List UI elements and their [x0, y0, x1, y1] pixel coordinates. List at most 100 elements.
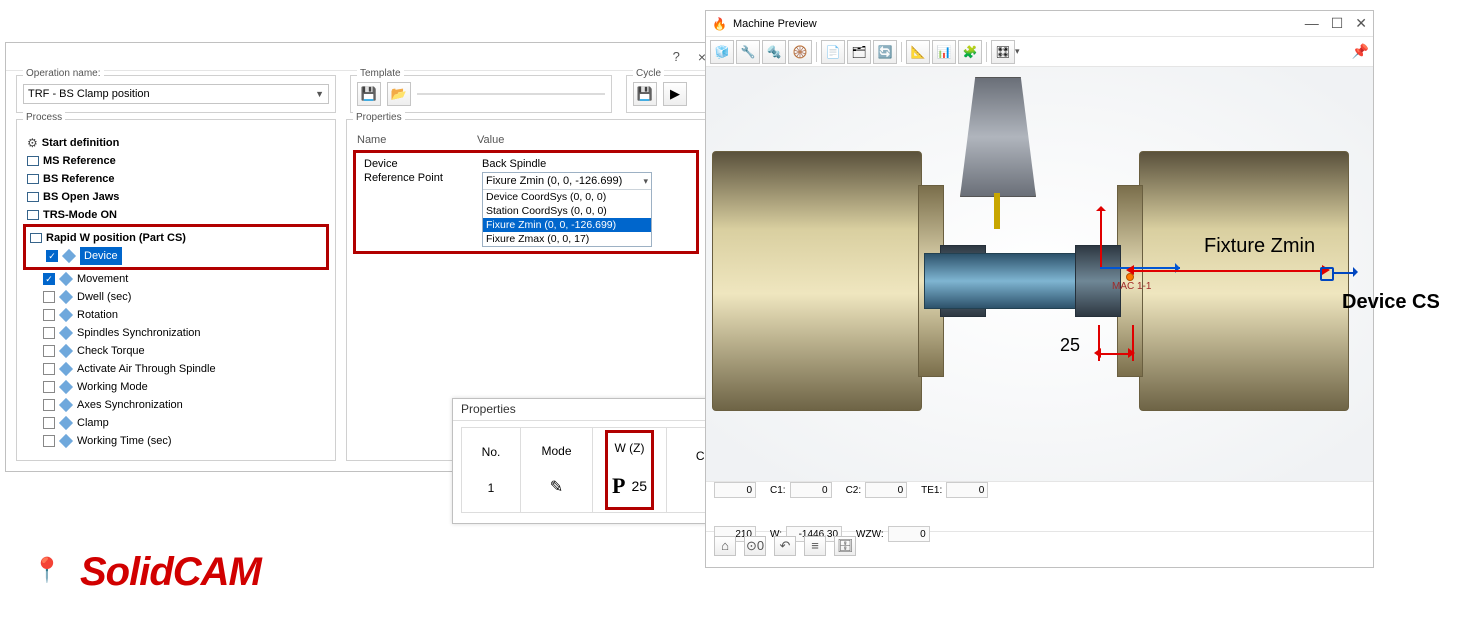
main-spindle-chuck	[712, 151, 922, 411]
checkbox-icon[interactable]	[43, 417, 55, 429]
template-open-button[interactable]: 📂	[387, 82, 411, 106]
status-val: 0	[888, 526, 930, 542]
tree-item-working-time[interactable]: Working Time (sec)	[23, 432, 329, 450]
tree-item-rotation[interactable]: Rotation	[23, 306, 329, 324]
tree-item-rapid-w[interactable]: Rapid W position (Part CS)	[26, 229, 326, 247]
checkbox-icon[interactable]	[43, 399, 55, 411]
combo-option[interactable]: Device CoordSys (0, 0, 0)	[483, 190, 651, 204]
checkbox-icon[interactable]	[43, 435, 55, 447]
process-tree[interactable]: ⚙Start definition MS Reference BS Refere…	[23, 134, 329, 450]
wz-value[interactable]: 25	[631, 478, 647, 494]
template-group: Template 💾 📂	[350, 75, 612, 113]
template-save-button[interactable]: 💾	[357, 82, 381, 106]
tree-label: Start definition	[42, 134, 120, 152]
template-label: Template	[357, 68, 404, 79]
machine-bottom-bar: ⌂ ⊙0 ↶ ≡ 🗄	[706, 531, 1373, 559]
settings-button[interactable]: 🗄	[834, 536, 856, 556]
checkbox-icon[interactable]	[43, 363, 55, 375]
tree-item-axes-sync[interactable]: Axes Synchronization	[23, 396, 329, 414]
chevron-down-icon: ▼	[315, 89, 324, 99]
status-val: 0	[790, 482, 832, 498]
list-button[interactable]: ≡	[804, 536, 826, 556]
tree-label: Rotation	[77, 306, 118, 324]
col-header: W (Z)	[615, 441, 645, 455]
checkbox-icon[interactable]: ✓	[46, 250, 58, 262]
combo-option[interactable]: Station CoordSys (0, 0, 0)	[483, 204, 651, 218]
tree-item-spindle-sync[interactable]: Spindles Synchronization	[23, 324, 329, 342]
tree-label: Rapid W position (Part CS)	[46, 229, 186, 247]
home-button[interactable]: ⌂	[714, 536, 736, 556]
tb-btn-3[interactable]: 🔩	[762, 40, 786, 64]
checkbox-icon[interactable]	[43, 327, 55, 339]
properties-label: Properties	[353, 112, 405, 123]
tree-item-ms-ref[interactable]: MS Reference	[23, 152, 329, 170]
tb-btn-6[interactable]: 🗂	[847, 40, 871, 64]
diamond-icon	[59, 380, 73, 394]
pin-icon[interactable]: 📌	[1352, 43, 1369, 60]
chevron-down-icon[interactable]: ▾	[1015, 46, 1020, 57]
tb-btn-2[interactable]: 🔧	[736, 40, 760, 64]
prop-row-refpoint: Reference Point Fixure Zmin (0, 0, -126.…	[358, 172, 694, 247]
help-button[interactable]: ?	[669, 49, 684, 64]
fixture-zmin-label: Fixture Zmin	[1204, 235, 1315, 258]
machine-toolbar: 🧊 🔧 🔩 🛞 📄 🗂 🔄 📐 📊 🧩 🎛 ▾ 📌	[706, 37, 1373, 67]
mode-icon	[27, 210, 39, 220]
tree-item-movement[interactable]: ✓Movement	[23, 270, 329, 288]
machine-preview-window: 🔥 Machine Preview — ☐ ✕ 🧊 🔧 🔩 🛞 📄 🗂 🔄 📐 …	[705, 10, 1374, 568]
checkbox-icon[interactable]	[43, 309, 55, 321]
tb-btn-11[interactable]: 🎛	[991, 40, 1015, 64]
checkbox-icon[interactable]	[43, 291, 55, 303]
machine-3d-view[interactable]: MAC 1-1 25 Fixture Zmin	[706, 67, 1373, 481]
device-cs-marker	[1320, 267, 1334, 281]
process-label: Process	[23, 112, 65, 123]
tb-btn-5[interactable]: 📄	[821, 40, 845, 64]
reference-point-select[interactable]: Fixure Zmin (0, 0, -126.699) ▾ Device Co…	[482, 172, 652, 247]
operation-name-select[interactable]: TRF - BS Clamp position ▼	[23, 84, 329, 104]
edit-icon[interactable]: ✎	[550, 477, 563, 497]
undo-button[interactable]: ↶	[774, 536, 796, 556]
operation-name-group: Operation name: TRF - BS Clamp position …	[16, 75, 336, 113]
tree-item-device[interactable]: ✓ Device	[26, 247, 326, 265]
cycle-run-button[interactable]: ▶	[663, 82, 687, 106]
status-label: WZW:	[856, 529, 884, 540]
process-group: Process ⚙Start definition MS Reference B…	[16, 119, 336, 461]
tb-btn-4[interactable]: 🛞	[788, 40, 812, 64]
template-path	[417, 93, 605, 95]
cycle-save-button[interactable]: 💾	[633, 82, 657, 106]
tree-label: Clamp	[77, 414, 109, 432]
tree-item-bs-open-jaws[interactable]: BS Open Jaws	[23, 188, 329, 206]
col-mode: Mode ✎	[521, 427, 593, 513]
tree-item-working-mode[interactable]: Working Mode	[23, 378, 329, 396]
combo-selected: Fixure Zmin (0, 0, -126.699)	[486, 175, 622, 187]
tb-btn-7[interactable]: 🔄	[873, 40, 897, 64]
diamond-icon	[59, 344, 73, 358]
tree-item-clamp[interactable]: Clamp	[23, 414, 329, 432]
col-wz: W (Z) P 25	[593, 427, 667, 513]
tree-item-trs-mode[interactable]: TRS-Mode ON	[23, 206, 329, 224]
tb-btn-10[interactable]: 🧩	[958, 40, 982, 64]
prop-name: Device	[358, 158, 478, 170]
combo-option[interactable]: Fixure Zmax (0, 0, 17)	[483, 232, 651, 246]
diamond-icon	[59, 362, 73, 376]
col-header: No.	[482, 445, 501, 459]
close-button[interactable]: ✕	[1355, 15, 1367, 32]
zero-button[interactable]: ⊙0	[744, 536, 766, 556]
minimize-button[interactable]: —	[1305, 15, 1319, 32]
tree-item-bs-ref[interactable]: BS Reference	[23, 170, 329, 188]
checkbox-icon[interactable]: ✓	[43, 273, 55, 285]
logo-pin-icon: 📍	[32, 556, 62, 585]
combo-option[interactable]: Fixure Zmin (0, 0, -126.699)	[483, 218, 651, 232]
checkbox-icon[interactable]	[43, 345, 55, 357]
properties-header: Name Value	[353, 134, 699, 146]
maximize-button[interactable]: ☐	[1331, 15, 1344, 32]
tb-btn-8[interactable]: 📐	[906, 40, 930, 64]
checkbox-icon[interactable]	[43, 381, 55, 393]
tree-item-air-spindle[interactable]: Activate Air Through Spindle	[23, 360, 329, 378]
tree-item-check-torque[interactable]: Check Torque	[23, 342, 329, 360]
tb-btn-1[interactable]: 🧊	[710, 40, 734, 64]
cycle-group: Cycle 💾 ▶	[626, 75, 706, 113]
arrow-right-icon	[1353, 267, 1363, 277]
tb-btn-9[interactable]: 📊	[932, 40, 956, 64]
tree-item-dwell[interactable]: Dwell (sec)	[23, 288, 329, 306]
tree-item-start[interactable]: ⚙Start definition	[23, 134, 329, 152]
